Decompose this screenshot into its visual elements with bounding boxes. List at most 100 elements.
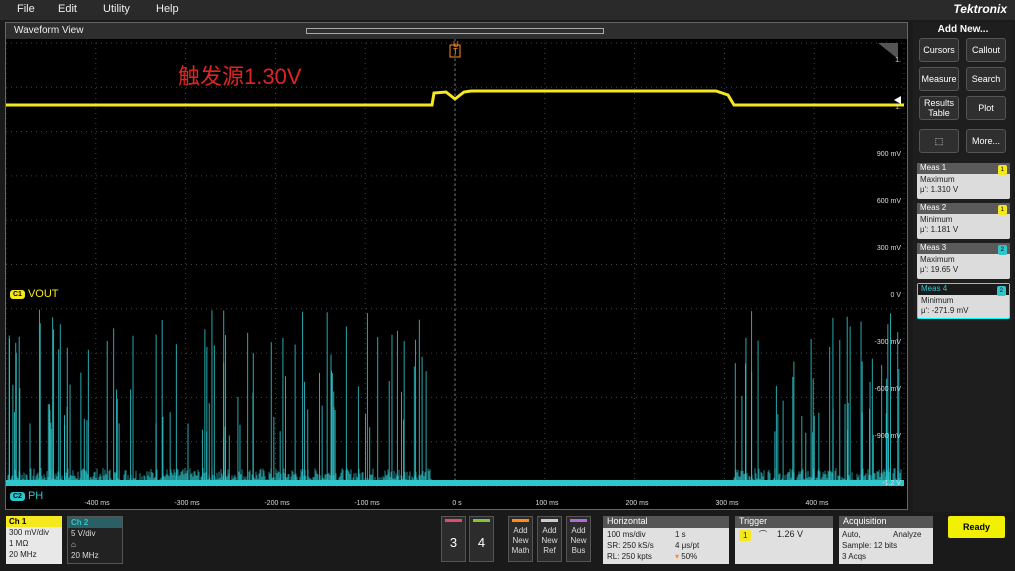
ch2-name: PH <box>27 490 44 502</box>
add-ref-button[interactable]: Add New Ref <box>537 516 562 562</box>
meas-3-badge[interactable]: Meas 3 2 Maximum μ': 19.65 V <box>917 243 1010 279</box>
ch1-name: VOUT <box>27 288 59 300</box>
settings-bar: Ch 1 300 mV/div 1 MΩ 20 MHz Ch 2 5 V/div… <box>0 512 1015 571</box>
acquisition-mode: Auto, <box>842 530 861 539</box>
trigger-badge[interactable]: Trigger 1 ⌒ 1.26 V <box>735 516 833 564</box>
meas-4-channel: 2 <box>996 286 1006 296</box>
ch1-scale: 300 mV/div <box>9 528 50 537</box>
time-axis-label: -400 ms <box>84 500 110 507</box>
meas-2-channel: 1 <box>997 205 1007 215</box>
horizontal-duration: 1 s <box>675 530 686 539</box>
annotation-text: 触发源1.30V <box>178 64 302 89</box>
menu-edit[interactable]: Edit <box>58 3 77 15</box>
trigger-marker-t-label: T <box>453 47 458 56</box>
meas-2-value: μ': 1.181 V <box>920 225 959 234</box>
meas-1-value: μ': 1.310 V <box>920 185 959 194</box>
add-math-button[interactable]: Add New Math <box>508 516 533 562</box>
zoom-button[interactable]: ⬚ <box>919 129 959 153</box>
horizontal-scale: 100 ms/div <box>607 530 646 539</box>
plot-button[interactable]: Plot <box>966 96 1006 120</box>
meas-1-badge[interactable]: Meas 1 1 Maximum μ': 1.310 V <box>917 163 1010 199</box>
ch2-waveform-label[interactable]: C2 PH <box>10 490 43 502</box>
menu-bar: File Edit Utility Help Tektronix <box>0 0 1015 20</box>
meas-4-title: Meas 4 <box>921 284 948 293</box>
callout-button[interactable]: Callout <box>966 38 1006 62</box>
meas-3-type: Maximum <box>920 255 955 264</box>
add-ref-label: Add New Ref <box>541 526 558 555</box>
menu-file[interactable]: File <box>17 3 35 15</box>
vertical-scale-label: 300 mV <box>876 245 901 252</box>
meas-3-title: Meas 3 <box>920 243 947 252</box>
ch2-badge-title: Ch 2 <box>68 517 122 528</box>
meas-1-title: Meas 1 <box>920 163 947 172</box>
menu-help[interactable]: Help <box>156 3 179 15</box>
ch1-bandwidth: 20 MHz <box>9 550 37 559</box>
ch2-scale: 5 V/div <box>71 529 96 538</box>
meas-2-type: Minimum <box>920 215 953 224</box>
time-axis-label: -100 ms <box>354 500 380 507</box>
ch1-badge-title: Ch 1 <box>6 516 62 527</box>
vertical-scale-label: -1.2 V <box>882 480 901 487</box>
ch1-badge[interactable]: Ch 1 300 mV/div 1 MΩ 20 MHz <box>6 516 62 564</box>
meas-4-type: Minimum <box>921 296 954 305</box>
vertical-scale-label: -300 mV <box>874 339 901 346</box>
time-axis-label: 400 ms <box>805 500 829 507</box>
rising-edge-icon: ⌒ <box>759 530 767 539</box>
search-button[interactable]: Search <box>966 67 1006 91</box>
trigger-level: 1.26 V <box>777 529 804 539</box>
trigger-source: 1 <box>739 530 752 541</box>
zoom-icon: ⬚ <box>934 136 944 146</box>
horizontal-title: Horizontal <box>603 516 729 528</box>
meas-4-badge[interactable]: Meas 4 2 Minimum μ': -271.9 mV <box>917 283 1010 319</box>
horizontal-badge[interactable]: Horizontal 100 ms/div 1 s SR: 250 kS/s 4… <box>603 516 729 564</box>
time-axis-label: -200 ms <box>264 500 290 507</box>
ch2-tag: C2 <box>10 491 25 501</box>
meas-2-badge[interactable]: Meas 2 1 Minimum μ': 1.181 V <box>917 203 1010 239</box>
run-status-ready[interactable]: Ready <box>948 516 1005 538</box>
vertical-scale-label: 600 mV <box>876 198 901 205</box>
waveform-view[interactable]: Waveform View UT 触发源1.30V C1 VOUT C2 PH 1.… <box>5 22 908 510</box>
meas-1-channel: 1 <box>997 165 1007 175</box>
add-math-label: Add New Math <box>511 526 530 555</box>
brand-logo: Tektronix <box>953 2 1007 16</box>
meas-3-value: μ': 19.65 V <box>920 265 959 274</box>
meas-3-channel: 2 <box>997 245 1007 255</box>
ch2-badge[interactable]: Ch 2 5 V/div ⌂ 20 MHz <box>67 516 123 564</box>
ch2-baseline <box>6 480 904 486</box>
trigger-position: ▾ 50% <box>675 551 697 562</box>
trigger-position-value: 50% <box>681 552 698 561</box>
acquisition-count: 3 Acqs <box>842 552 867 561</box>
vertical-scale-label: 0 V <box>890 292 901 299</box>
waveform-plot[interactable]: UT <box>6 39 907 509</box>
right-control-panel: Add New... Cursors Callout Measure Searc… <box>913 22 1013 512</box>
ch3-button[interactable]: 3 <box>441 516 466 562</box>
ch3-label: 3 <box>449 535 458 550</box>
waveform-view-title: Waveform View <box>14 25 84 36</box>
time-axis-label: 300 ms <box>715 500 739 507</box>
vertical-scale-label: 900 mV <box>876 151 901 158</box>
more-button[interactable]: More... <box>966 129 1006 153</box>
record-length: RL: 250 kpts <box>607 552 652 561</box>
ch2-probe-icon: ⌂ <box>71 540 76 549</box>
record-scroll-indicator[interactable] <box>306 28 604 34</box>
ch4-button[interactable]: 4 <box>469 516 494 562</box>
cursors-button[interactable]: Cursors <box>919 38 959 62</box>
time-axis-label: 0 s <box>452 500 462 507</box>
acquisition-badge[interactable]: Acquisition Auto, Analyze Sample: 12 bit… <box>839 516 933 564</box>
meas-2-title: Meas 2 <box>920 203 947 212</box>
results-table-button[interactable]: Results Table <box>919 96 959 120</box>
vertical-scale-label: -900 mV <box>874 433 901 440</box>
time-axis-label: 100 ms <box>535 500 559 507</box>
trigger-title: Trigger <box>735 516 833 528</box>
ch2-bandwidth: 20 MHz <box>71 551 99 560</box>
level-marker-icon <box>894 96 901 104</box>
ch1-waveform-label[interactable]: C1 VOUT <box>10 288 59 300</box>
meas-1-type: Maximum <box>920 175 955 184</box>
add-bus-button[interactable]: Add New Bus <box>566 516 591 562</box>
add-bus-label: Add New Bus <box>570 526 587 555</box>
ch1-tag: C1 <box>10 289 25 299</box>
menu-utility[interactable]: Utility <box>103 3 130 15</box>
measure-button[interactable]: Measure <box>919 67 959 91</box>
meas-4-value: μ': -271.9 mV <box>921 306 969 315</box>
acquisition-title: Acquisition <box>839 516 933 528</box>
